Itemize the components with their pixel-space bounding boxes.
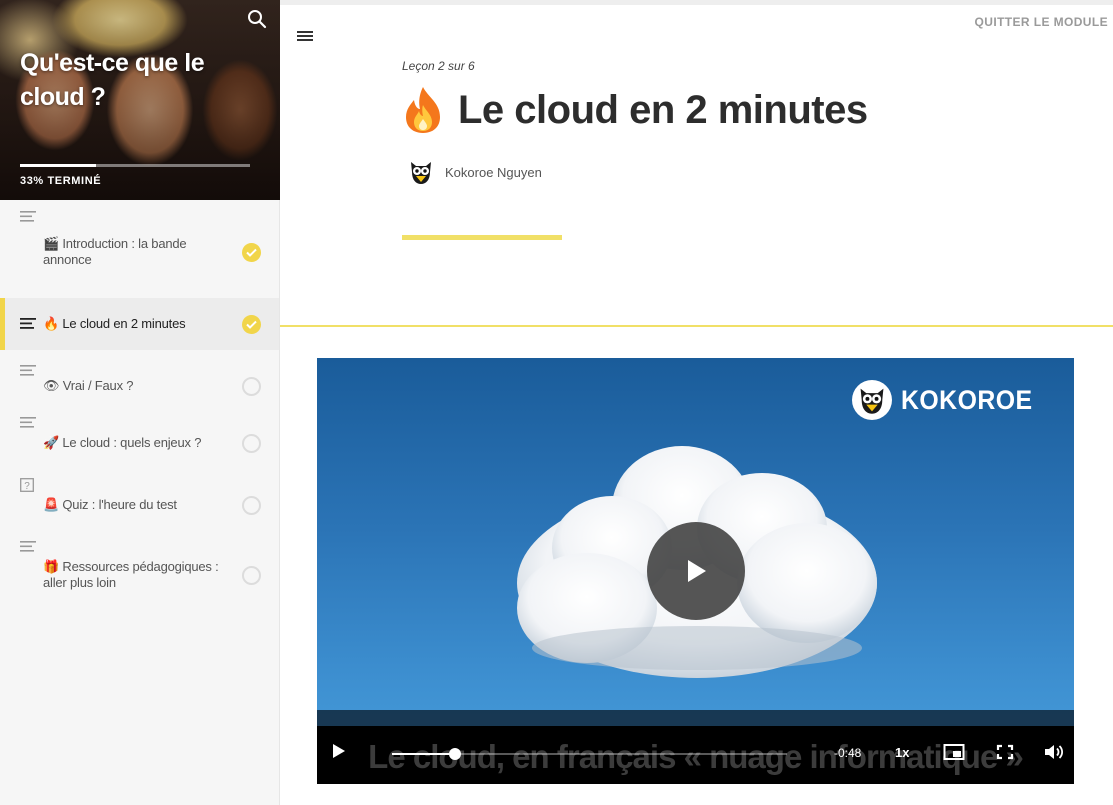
picture-in-picture-icon[interactable] <box>943 742 965 762</box>
lesson-item-cloud-2-minutes[interactable]: 🔥 Le cloud en 2 minutes <box>0 298 279 350</box>
lesson-label: 🚨 Quiz : l'heure du test <box>43 497 177 512</box>
video-progress-slider[interactable] <box>392 748 787 760</box>
section-divider <box>280 325 1113 327</box>
course-sidebar: Qu'est-ce que le cloud ? 33% TERMINÉ 🎬 I… <box>0 0 280 805</box>
text-lines-icon <box>20 364 36 378</box>
app-root: Qu'est-ce que le cloud ? 33% TERMINÉ 🎬 I… <box>0 0 1113 805</box>
volume-icon[interactable] <box>1043 742 1065 762</box>
playback-speed-button[interactable]: 1x <box>895 745 909 760</box>
lesson-item-introduction[interactable]: 🎬 Introduction : la bande annonce <box>0 200 279 298</box>
lesson-complete-check-icon <box>242 242 261 262</box>
hamburger-menu-icon[interactable] <box>297 29 313 41</box>
lesson-label: 🎁 Ressources pédagogiques : aller plus l… <box>43 559 219 590</box>
lesson-title: Le cloud en 2 minutes <box>458 87 868 132</box>
lesson-label: 👁 Vrai / Faux ? <box>43 378 134 393</box>
lesson-main: QUITTER LE MODULE Leçon 2 sur 6 Le cloud… <box>280 0 1113 805</box>
text-lines-icon <box>20 210 36 224</box>
fire-icon <box>402 85 444 135</box>
owl-avatar-icon <box>408 158 434 186</box>
caption-strip <box>317 710 1074 726</box>
course-title: Qu'est-ce que le cloud ? <box>20 49 205 111</box>
title-accent-bar <box>402 235 562 240</box>
lesson-item-vrai-faux[interactable]: 👁 Vrai / Faux ? <box>0 350 279 412</box>
lesson-label: 🔥 Le cloud en 2 minutes <box>43 316 186 331</box>
play-icon <box>688 560 706 582</box>
lesson-incomplete-circle-icon <box>242 565 261 585</box>
lesson-counter: Leçon 2 sur 6 <box>402 59 475 73</box>
brand-name: KOKOROE <box>900 384 1033 415</box>
exit-module-link[interactable]: QUITTER LE MODULE <box>975 15 1108 29</box>
video-controls: Le cloud, en français « nuage informatiq… <box>317 726 1074 784</box>
lesson-list: 🎬 Introduction : la bande annonce 🔥 Le c… <box>0 200 279 614</box>
quiz-question-icon: ? <box>20 478 36 492</box>
course-progress-bar <box>20 164 250 167</box>
text-lines-icon <box>20 416 36 430</box>
author-row: Kokoroe Nguyen <box>408 158 542 186</box>
text-lines-icon <box>20 540 36 554</box>
lesson-item-quiz[interactable]: ? 🚨 Quiz : l'heure du test <box>0 474 279 536</box>
text-lines-icon <box>20 317 36 331</box>
lesson-label: 🚀 Le cloud : quels enjeux ? <box>43 435 202 450</box>
fullscreen-icon[interactable] <box>994 742 1016 762</box>
course-hero-image: Qu'est-ce que le cloud ? 33% TERMINÉ <box>0 0 280 200</box>
owl-logo-icon <box>851 380 892 420</box>
course-progress-label: 33% TERMINÉ <box>20 175 102 187</box>
play-button[interactable] <box>647 522 745 620</box>
lesson-complete-check-icon <box>242 314 261 334</box>
lesson-item-enjeux[interactable]: 🚀 Le cloud : quels enjeux ? <box>0 412 279 474</box>
lesson-incomplete-circle-icon <box>242 495 261 515</box>
lesson-item-ressources[interactable]: 🎁 Ressources pédagogiques : aller plus l… <box>0 536 279 614</box>
lesson-label: 🎬 Introduction : la bande annonce <box>43 236 187 267</box>
video-progress-fill <box>392 753 456 755</box>
time-remaining: -0:48 <box>834 746 862 760</box>
svg-text:?: ? <box>24 481 30 492</box>
author-name: Kokoroe Nguyen <box>445 164 542 180</box>
lesson-title-row: Le cloud en 2 minutes <box>402 85 868 135</box>
play-control-icon[interactable] <box>331 742 347 760</box>
video-player[interactable]: KOKOROE Le cloud, en français « nuage in… <box>317 358 1074 784</box>
search-icon[interactable] <box>246 8 268 30</box>
lesson-incomplete-circle-icon <box>242 433 261 453</box>
lesson-incomplete-circle-icon <box>242 376 261 396</box>
course-progress-fill <box>20 164 96 167</box>
kokoroe-logo: KOKOROE <box>851 380 1044 420</box>
